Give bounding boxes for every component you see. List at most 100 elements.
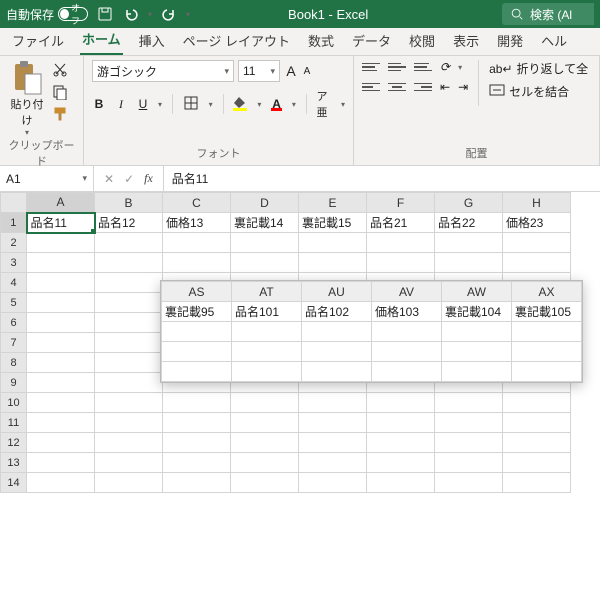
col-header[interactable]: AS bbox=[162, 282, 232, 302]
col-header[interactable]: AV bbox=[372, 282, 442, 302]
undo-dropdown-icon[interactable]: ▾ bbox=[148, 10, 152, 19]
toggle-switch[interactable]: オフ bbox=[58, 7, 88, 21]
cell[interactable] bbox=[299, 393, 367, 413]
cell[interactable] bbox=[435, 253, 503, 273]
qat-customize-icon[interactable]: ▾ bbox=[186, 10, 190, 19]
cell[interactable] bbox=[232, 342, 302, 362]
font-name-combo[interactable]: 游ゴシック▾ bbox=[92, 60, 234, 82]
cell[interactable] bbox=[299, 253, 367, 273]
cell[interactable] bbox=[27, 473, 95, 493]
cell[interactable] bbox=[367, 393, 435, 413]
row-header[interactable]: 11 bbox=[1, 413, 27, 433]
cell[interactable] bbox=[163, 393, 231, 413]
increase-font-icon[interactable]: A bbox=[284, 63, 298, 79]
cell[interactable] bbox=[27, 253, 95, 273]
cell[interactable] bbox=[231, 393, 299, 413]
cell[interactable] bbox=[435, 453, 503, 473]
tab-developer[interactable]: 開発 bbox=[495, 25, 525, 55]
cell[interactable] bbox=[503, 393, 571, 413]
tab-view[interactable]: 表示 bbox=[451, 25, 481, 55]
col-header[interactable]: F bbox=[367, 193, 435, 213]
col-header[interactable]: E bbox=[299, 193, 367, 213]
cell[interactable] bbox=[231, 233, 299, 253]
tab-home[interactable]: ホーム bbox=[80, 23, 123, 55]
decrease-indent-icon[interactable]: ⇤ bbox=[440, 80, 450, 94]
cell[interactable] bbox=[95, 473, 163, 493]
row-header[interactable]: 1 bbox=[1, 213, 27, 233]
cell[interactable]: 品名12 bbox=[95, 213, 163, 233]
tab-file[interactable]: ファイル bbox=[10, 25, 66, 55]
cell[interactable] bbox=[27, 333, 95, 353]
cell[interactable] bbox=[162, 322, 232, 342]
row-header[interactable]: 9 bbox=[1, 373, 27, 393]
fill-color-dropdown-icon[interactable]: ▾ bbox=[257, 100, 261, 109]
tab-formulas[interactable]: 数式 bbox=[306, 25, 336, 55]
cell[interactable] bbox=[95, 353, 163, 373]
align-left-icon[interactable] bbox=[362, 80, 380, 94]
cell[interactable] bbox=[302, 342, 372, 362]
border-button[interactable] bbox=[183, 95, 199, 114]
border-dropdown-icon[interactable]: ▾ bbox=[209, 100, 213, 109]
copy-icon[interactable] bbox=[52, 84, 70, 100]
cell[interactable] bbox=[302, 322, 372, 342]
align-top-icon[interactable] bbox=[362, 60, 380, 74]
cell[interactable] bbox=[231, 433, 299, 453]
cell[interactable] bbox=[512, 362, 582, 382]
cell[interactable] bbox=[299, 473, 367, 493]
cell[interactable] bbox=[367, 233, 435, 253]
col-header[interactable]: B bbox=[95, 193, 163, 213]
cell[interactable]: 価格23 bbox=[503, 213, 571, 233]
cell[interactable] bbox=[27, 373, 95, 393]
cell[interactable] bbox=[27, 293, 95, 313]
cell[interactable] bbox=[435, 413, 503, 433]
paste-dropdown-icon[interactable]: ▾ bbox=[8, 128, 46, 137]
orientation-icon[interactable]: ⟳ bbox=[440, 60, 450, 74]
cell[interactable] bbox=[372, 322, 442, 342]
align-right-icon[interactable] bbox=[414, 80, 432, 94]
overlay-grid[interactable]: AS AT AU AV AW AX 裏記載95 品名101 品名102 価格10… bbox=[161, 281, 582, 382]
cell[interactable] bbox=[503, 473, 571, 493]
cell[interactable] bbox=[299, 433, 367, 453]
phonetic-dropdown-icon[interactable]: ▾ bbox=[341, 100, 345, 109]
cell[interactable] bbox=[435, 473, 503, 493]
cell[interactable] bbox=[442, 342, 512, 362]
cell[interactable] bbox=[435, 433, 503, 453]
cell[interactable] bbox=[299, 413, 367, 433]
cell[interactable] bbox=[163, 453, 231, 473]
undo-icon[interactable] bbox=[122, 5, 140, 23]
cell[interactable]: 品名102 bbox=[302, 302, 372, 322]
cell[interactable]: 裏記載14 bbox=[231, 213, 299, 233]
cell-A1[interactable]: 品名11 bbox=[27, 213, 95, 233]
increase-indent-icon[interactable]: ⇥ bbox=[458, 80, 468, 94]
cell[interactable] bbox=[302, 362, 372, 382]
col-header[interactable]: AW bbox=[442, 282, 512, 302]
merge-cells-button[interactable]: セルを結合 bbox=[489, 83, 588, 100]
cell[interactable] bbox=[512, 322, 582, 342]
cell[interactable] bbox=[95, 333, 163, 353]
cell[interactable]: 価格13 bbox=[163, 213, 231, 233]
col-header[interactable]: AT bbox=[232, 282, 302, 302]
cell[interactable]: 裏記載95 bbox=[162, 302, 232, 322]
cell[interactable] bbox=[503, 233, 571, 253]
cell[interactable] bbox=[95, 233, 163, 253]
redo-icon[interactable] bbox=[160, 5, 178, 23]
cell[interactable] bbox=[442, 362, 512, 382]
select-all-corner[interactable] bbox=[1, 193, 27, 213]
cell[interactable] bbox=[27, 233, 95, 253]
cell[interactable] bbox=[95, 453, 163, 473]
row-header[interactable]: 12 bbox=[1, 433, 27, 453]
row-header[interactable]: 10 bbox=[1, 393, 27, 413]
align-bottom-icon[interactable] bbox=[414, 60, 432, 74]
cell[interactable]: 品名21 bbox=[367, 213, 435, 233]
name-box[interactable]: A1 ▾ bbox=[0, 166, 94, 191]
cell[interactable]: 品名101 bbox=[232, 302, 302, 322]
cell[interactable] bbox=[299, 453, 367, 473]
cell[interactable] bbox=[367, 413, 435, 433]
cell[interactable] bbox=[162, 362, 232, 382]
row-header[interactable]: 3 bbox=[1, 253, 27, 273]
col-header[interactable]: AX bbox=[512, 282, 582, 302]
cell[interactable] bbox=[95, 393, 163, 413]
align-middle-icon[interactable] bbox=[388, 60, 406, 74]
fx-icon[interactable]: fx bbox=[144, 171, 153, 186]
decrease-font-icon[interactable]: A bbox=[300, 66, 314, 77]
